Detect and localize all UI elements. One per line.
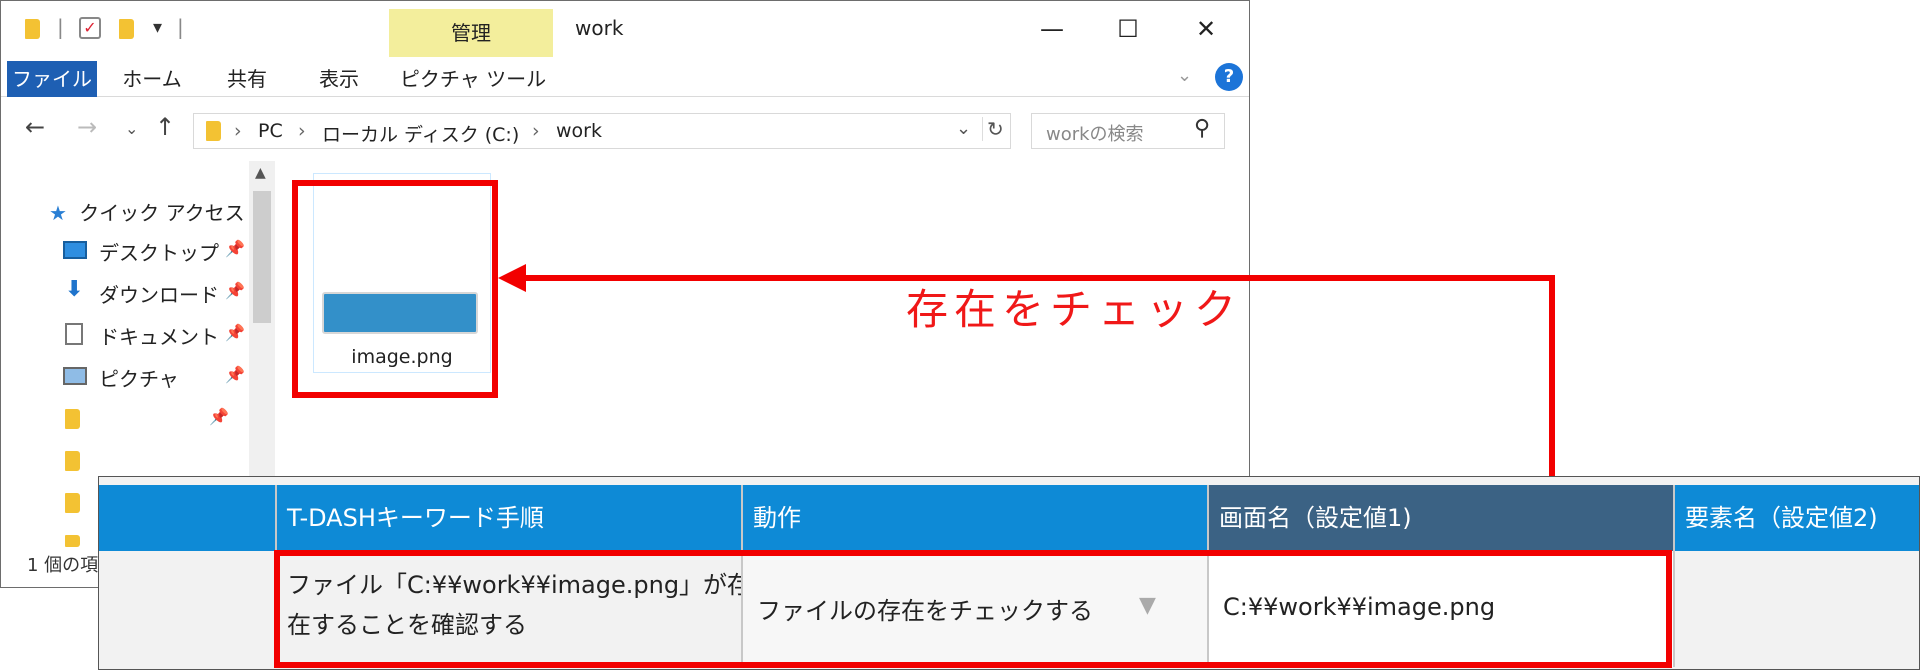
header-screen-name[interactable]: 画面名（設定値1) [1209, 485, 1673, 551]
element-name-cell[interactable] [1675, 553, 1919, 667]
column-divider [1673, 485, 1675, 667]
row-number-cell [99, 553, 275, 667]
header-action[interactable]: 動作 [743, 485, 1207, 551]
header-blank [99, 485, 275, 551]
arrowhead-icon [498, 264, 526, 292]
annotation-label: 存在をチェック [906, 285, 1243, 334]
header-element-name[interactable]: 要素名（設定値2) [1675, 485, 1919, 551]
highlight-box-row [274, 550, 1672, 668]
header-step[interactable]: T-DASHキーワード手順 [277, 485, 741, 551]
